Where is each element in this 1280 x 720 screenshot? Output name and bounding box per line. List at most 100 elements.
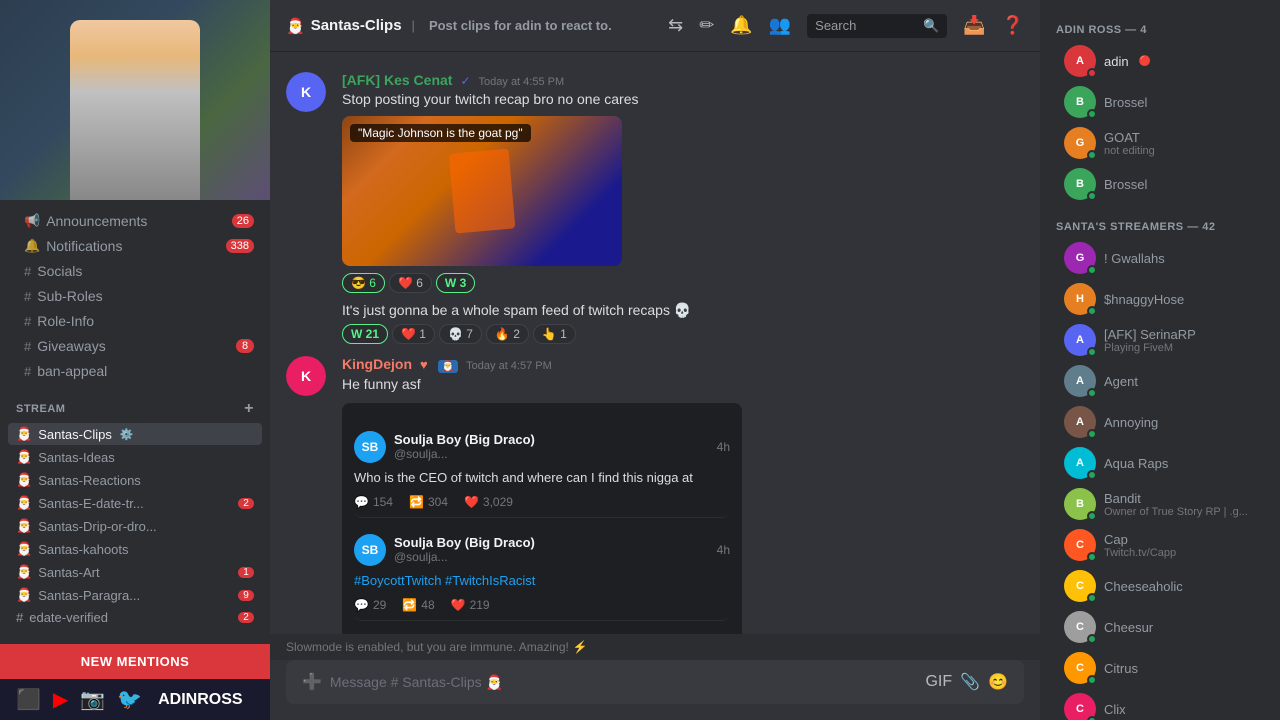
channel-badge: 2 [238,498,254,509]
member-avatar: G [1064,127,1096,159]
stream-channel-santas-ideas[interactable]: 🎅 Santas-Ideas [8,446,262,468]
message-input[interactable] [330,664,918,700]
hash-icon: # [24,314,31,329]
reply-button[interactable]: ↩ [938,359,962,384]
channel-label: Santas-Art [38,565,99,580]
help-icon[interactable]: ❓ [1002,15,1024,36]
thread-button[interactable]: 🧵 [964,359,993,384]
channel-label: Santas-E-date-tr... [38,496,144,511]
channel-name-header: 🎅 Santas-Clips | Post clips for adin to … [286,17,612,35]
reaction[interactable]: W 21 [342,324,388,344]
stream-channel-santas-reactions[interactable]: 🎅 Santas-Reactions [8,469,262,491]
more-button[interactable]: ⋯ [995,75,1021,100]
sidebar-item-sub-roles[interactable]: # Sub-Roles [8,284,262,308]
threads-icon[interactable]: ⇆ [668,15,683,36]
new-mentions-button[interactable]: NEW MENTIONS [0,644,270,679]
channel-label: Sub-Roles [37,288,102,304]
stream-channel-kahoots[interactable]: 🎅 Santas-kahoots [8,538,262,560]
sidebar-item-notifications[interactable]: 🔔 Notifications 338 [8,234,262,258]
member-avatar: A [1064,45,1096,77]
channel-emoji: # [16,610,23,625]
react-button[interactable]: 😊 [906,75,935,100]
members-section-header: SANTA'S STREAMERS — 42 [1040,205,1280,237]
channel-label: ban-appeal [37,363,107,379]
stream-channel-edate-verified[interactable]: # edate-verified 2 [8,607,262,628]
pencil-icon[interactable]: ✏ [699,15,714,36]
tweet-handle: @soulja... [394,447,535,461]
bell-icon[interactable]: 🔔 [730,15,752,36]
youtube-icon[interactable]: ▶ [53,687,68,712]
stream-channel-art[interactable]: 🎅 Santas-Art 1 [8,561,262,583]
stream-channel-drip-or-dro[interactable]: 🎅 Santas-Drip-or-dro... [8,515,262,537]
add-content-icon[interactable]: ➕ [302,672,322,692]
reply-button[interactable]: ↩ [938,75,962,100]
member-item[interactable]: A Annoying [1048,402,1272,442]
status-dot [1087,265,1097,275]
thread-button[interactable]: 🧵 [964,75,993,100]
inbox-icon[interactable]: 📥 [963,15,985,36]
channel-badge: 26 [232,214,254,228]
tweet-text: Who is the CEO of twitch and where can I… [354,469,730,487]
sidebar-item-announcements[interactable]: 📢 Announcements 26 [8,209,262,233]
member-item[interactable]: A Aqua Raps [1048,443,1272,483]
main-content: 🎅 Santas-Clips | Post clips for adin to … [270,0,1040,720]
sidebar-item-ban-appeal[interactable]: # ban-appeal [8,359,262,383]
react-button[interactable]: 😊 [906,359,935,384]
twitch-icon[interactable]: ⬛ [16,687,41,712]
gif-button[interactable]: GIF [925,673,952,691]
member-item[interactable]: A Agent [1048,361,1272,401]
sidebar-item-socials[interactable]: # Socials [8,259,262,283]
member-name: Brossel [1104,95,1147,110]
member-item[interactable]: C Clix [1048,689,1272,720]
member-item[interactable]: C Cap Twitch.tv/Capp [1048,525,1272,565]
stream-channel-paragra[interactable]: 🎅 Santas-Paragra... 9 [8,584,262,606]
instagram-icon[interactable]: 📷 [80,687,105,712]
member-item[interactable]: G ! Gwallahs [1048,238,1272,278]
stream-channel-edate-tr[interactable]: 🎅 Santas-E-date-tr... 2 [8,492,262,514]
message-username[interactable]: KingDejon [342,356,412,372]
channel-emoji: 🎅 [16,564,32,580]
channel-badge: 338 [226,239,254,253]
reaction[interactable]: ❤️ 1 [392,324,435,344]
member-item[interactable]: B Brossel [1048,82,1272,122]
member-item[interactable]: B Brossel [1048,164,1272,204]
member-name: $hnaggyHose [1104,292,1184,307]
more-button[interactable]: ⋯ [995,359,1021,384]
members-icon[interactable]: 👥 [769,15,791,36]
sidebar-item-giveaways[interactable]: # Giveaways 8 [8,334,262,358]
message-input-box: ➕ GIF 📎 😊 [286,660,1024,704]
reaction[interactable]: 💀 7 [439,324,482,344]
member-item[interactable]: C Cheeseaholic [1048,566,1272,606]
member-item[interactable]: G GOAT not editing [1048,123,1272,163]
verified-icon: ✓ [460,74,470,88]
member-item[interactable]: C Citrus [1048,648,1272,688]
reaction[interactable]: ❤️ 6 [389,273,432,293]
stream-channel-santas-clips[interactable]: 🎅 Santas-Clips ⚙️ [8,423,262,445]
emoji-button[interactable]: 😊 [988,672,1008,692]
search-icon: 🔍 [923,18,939,34]
status-dot [1087,470,1097,480]
member-avatar: B [1064,488,1096,520]
message-username[interactable]: [AFK] Kes Cenat [342,72,452,88]
member-avatar: C [1064,611,1096,643]
reaction[interactable]: 😎 6 [342,273,385,293]
message-time: Today at 4:55 PM [479,76,565,88]
member-item[interactable]: A adin 🔴 [1048,41,1272,81]
avatar: K [286,72,326,112]
sidebar-item-role-info[interactable]: # Role-Info [8,309,262,333]
reaction[interactable]: W 3 [436,273,475,293]
member-item[interactable]: C Cheesur [1048,607,1272,647]
twitter-icon[interactable]: 🐦 [117,687,142,712]
member-item[interactable]: H $hnaggyHose [1048,279,1272,319]
sticker-button[interactable]: 📎 [960,672,980,692]
member-item[interactable]: A [AFK] SerinaRP Playing FiveM [1048,320,1272,360]
tweet-time: 4h [717,440,730,454]
status-dot [1087,191,1097,201]
member-item[interactable]: B Bandit Owner of True Story RP | .g... [1048,484,1272,524]
add-stream-channel-button[interactable]: + [244,400,254,418]
search-box[interactable]: Search 🔍 [807,14,947,38]
reaction[interactable]: 🔥 2 [486,324,529,344]
reaction[interactable]: 👆 1 [533,324,576,344]
left-sidebar: 📢 Announcements 26 🔔 Notifications 338 #… [0,0,270,720]
message-avatar: K [286,356,326,396]
